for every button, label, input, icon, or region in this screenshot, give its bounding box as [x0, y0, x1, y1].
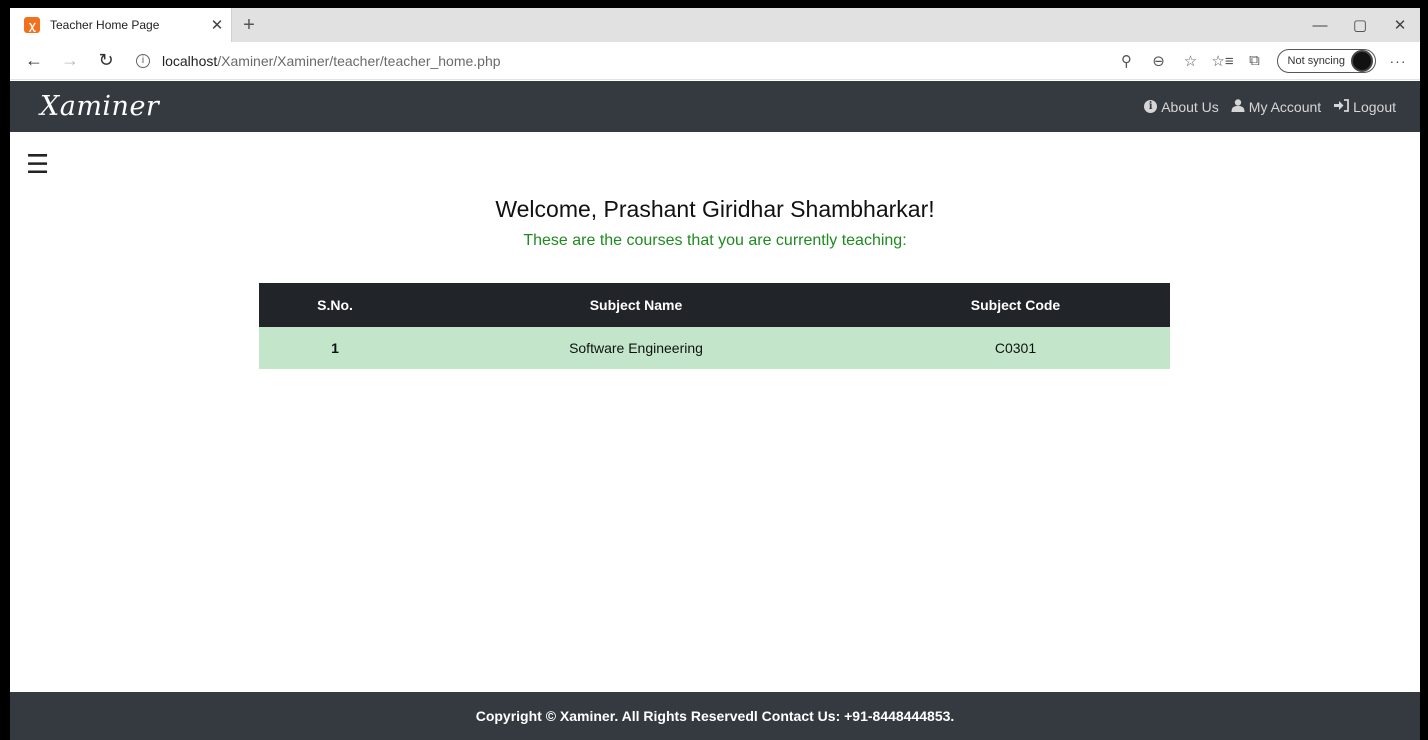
- user-icon: [1231, 98, 1245, 115]
- courses-subtitle: These are the courses that you are curre…: [523, 232, 907, 249]
- cell-subject-name: Software Engineering: [411, 327, 861, 369]
- site-footer: Copyright © Xaminer. All Rights Reserved…: [10, 692, 1420, 740]
- column-header-subject-name: Subject Name: [411, 283, 861, 327]
- back-icon[interactable]: ←: [16, 50, 52, 71]
- about-us-label: About Us: [1161, 98, 1219, 115]
- url-host: localhost: [162, 52, 218, 69]
- favorites-list-icon[interactable]: ☆≡: [1207, 52, 1239, 70]
- address-tools: ⚲ ⊖ ☆ ☆≡ ⧉ Not syncing ···: [1111, 48, 1412, 73]
- xampp-icon: ꭓ: [24, 17, 40, 33]
- profile-sync-button[interactable]: Not syncing: [1276, 48, 1376, 73]
- minimize-icon[interactable]: —: [1300, 17, 1340, 34]
- sync-label: Not syncing: [1287, 54, 1345, 67]
- cell-subject-code: C0301: [861, 327, 1170, 369]
- cell-sno: 1: [259, 327, 411, 369]
- browser-window: ꭓ Teacher Home Page ✕ + — ▢ ✕ ← → ↻ i lo…: [10, 8, 1420, 740]
- info-circle-icon: i: [1144, 100, 1158, 113]
- about-us-link[interactable]: i About Us: [1144, 99, 1219, 115]
- welcome-heading: Welcome, Prashant Giridhar Shambharkar!: [495, 196, 935, 222]
- column-header-subject-code: Subject Code: [861, 283, 1170, 327]
- address-bar: ← → ↻ i localhost/Xaminer/Xaminer/teache…: [10, 42, 1420, 80]
- brand-logo[interactable]: Xaminer: [40, 91, 159, 122]
- logout-label: Logout: [1353, 98, 1396, 115]
- new-tab-icon[interactable]: +: [232, 8, 266, 42]
- more-options-icon[interactable]: ···: [1384, 53, 1412, 69]
- url-path: /Xaminer/Xaminer/teacher/teacher_home.ph…: [217, 52, 501, 69]
- table-row: 1 Software Engineering C0301: [259, 327, 1170, 369]
- nav-links: i About Us My Account Logout: [1132, 99, 1396, 115]
- my-account-link[interactable]: My Account: [1231, 99, 1321, 115]
- site-navbar: Xaminer i About Us My Account Logout: [10, 81, 1420, 132]
- favorite-star-icon[interactable]: ☆: [1175, 52, 1207, 70]
- hamburger-menu-icon[interactable]: ☰: [26, 151, 49, 177]
- collections-icon[interactable]: ⧉: [1239, 52, 1271, 69]
- close-window-icon[interactable]: ✕: [1380, 16, 1420, 34]
- browser-tab[interactable]: ꭓ Teacher Home Page ✕: [10, 8, 232, 42]
- zoom-out-icon[interactable]: ⊖: [1143, 52, 1175, 70]
- table-header-row: S.No. Subject Name Subject Code: [259, 283, 1170, 327]
- footer-copyright: Copyright © Xaminer. All Rights Reserved…: [475, 708, 955, 724]
- restore-icon[interactable]: ▢: [1340, 16, 1380, 34]
- courses-table: S.No. Subject Name Subject Code 1 Softwa…: [259, 283, 1170, 369]
- my-account-label: My Account: [1248, 98, 1322, 115]
- column-header-sno: S.No.: [259, 283, 411, 327]
- avatar: [1351, 49, 1373, 72]
- window-controls: — ▢ ✕: [1300, 8, 1420, 42]
- info-icon[interactable]: i: [136, 53, 150, 68]
- refresh-icon[interactable]: ↻: [88, 50, 124, 71]
- url-field[interactable]: i localhost/Xaminer/Xaminer/teacher/teac…: [136, 53, 1111, 69]
- forward-icon[interactable]: →: [52, 50, 88, 71]
- key-icon[interactable]: ⚲: [1111, 52, 1143, 70]
- tab-bar: ꭓ Teacher Home Page ✕ + — ▢ ✕: [10, 8, 1420, 42]
- close-tab-icon[interactable]: ✕: [203, 16, 231, 34]
- tab-title: Teacher Home Page: [50, 18, 160, 32]
- logout-link[interactable]: Logout: [1333, 99, 1396, 115]
- sign-out-icon: [1333, 98, 1350, 115]
